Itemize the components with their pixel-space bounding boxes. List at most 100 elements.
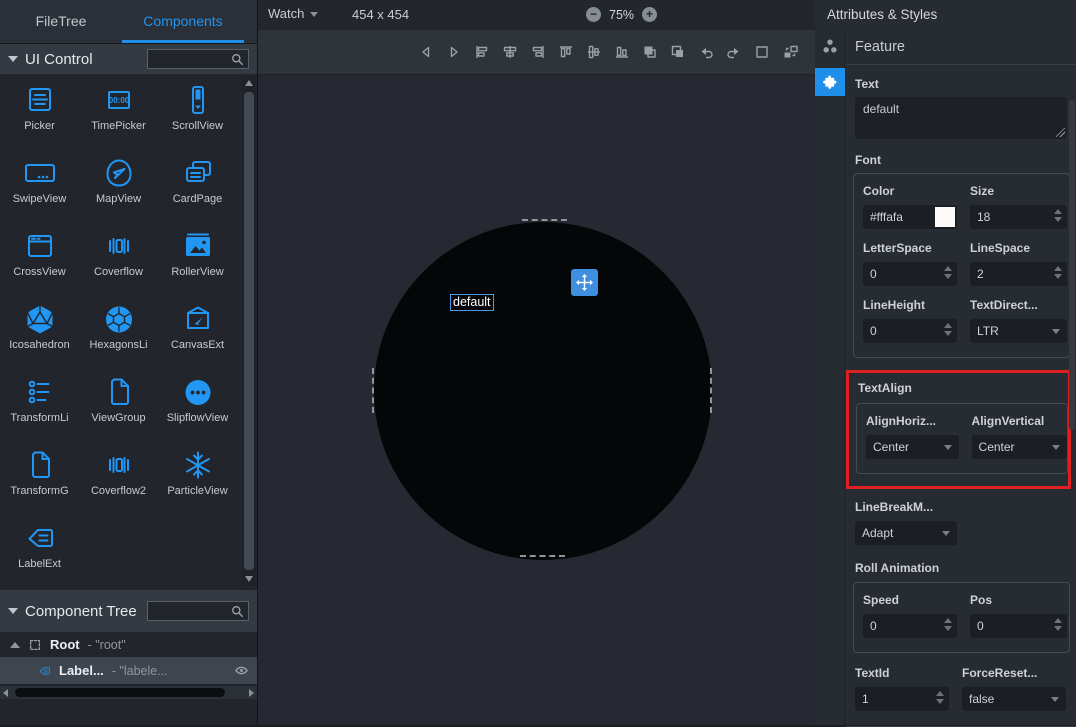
linebreak-dropdown[interactable]: Adapt xyxy=(855,521,957,545)
stepper-icon[interactable] xyxy=(1054,266,1062,279)
component-item-coverflow[interactable]: Coverflow xyxy=(79,224,158,297)
tree-hscrollbar[interactable] xyxy=(0,686,257,699)
component-item-scrollview[interactable]: ScrollView xyxy=(158,78,237,151)
stepper-icon[interactable] xyxy=(944,323,952,336)
tree-row-label[interactable]: Label... - "labele... xyxy=(0,657,257,684)
component-item-timepicker[interactable]: 00:00 TimePicker xyxy=(79,78,158,151)
textid-input[interactable]: 1 xyxy=(855,687,949,711)
particle-icon xyxy=(182,450,214,480)
component-item-transformlist[interactable]: TransformLi xyxy=(0,370,79,443)
hscrollbar-thumb[interactable] xyxy=(15,688,225,697)
textid-value: 1 xyxy=(862,692,869,706)
stepper-icon[interactable] xyxy=(944,266,952,279)
divider xyxy=(846,64,1076,65)
palette-scrollbar[interactable] xyxy=(242,76,256,586)
editor-topbar: Watch 454 x 454 − 75% + xyxy=(258,0,815,30)
collapse-tree-icon[interactable] xyxy=(8,608,18,614)
component-label: ViewGroup xyxy=(91,412,145,424)
align-right-icon[interactable] xyxy=(530,44,546,60)
tree-row-root[interactable]: Root - "root" xyxy=(0,632,257,657)
lineheight-input[interactable]: 0 xyxy=(863,319,957,343)
undo-icon[interactable] xyxy=(698,44,714,60)
lineheight-value: 0 xyxy=(870,324,877,338)
speed-value: 0 xyxy=(870,619,877,633)
component-item-cardpage[interactable]: CardPage xyxy=(158,151,237,224)
send-backward-icon[interactable] xyxy=(670,44,686,60)
stepper-icon[interactable] xyxy=(1054,618,1062,631)
component-label: HexagonsLi xyxy=(89,339,147,351)
scroll-right-icon[interactable] xyxy=(249,689,254,697)
alignhoriz-value: Center xyxy=(873,440,909,454)
component-item-particleview[interactable]: ParticleView xyxy=(158,443,237,516)
letterspace-label: LetterSpace xyxy=(863,241,957,255)
align-center-vertical-icon[interactable] xyxy=(586,44,602,60)
group-nodes-icon[interactable] xyxy=(821,37,839,55)
text-value-input[interactable]: default xyxy=(855,97,1067,139)
move-handle[interactable] xyxy=(571,269,598,296)
stepper-icon[interactable] xyxy=(1054,209,1062,222)
redo-icon[interactable] xyxy=(726,44,742,60)
align-left-icon[interactable] xyxy=(474,44,490,60)
component-item-mapview[interactable]: MapView xyxy=(79,151,158,224)
ui-control-search-input[interactable] xyxy=(148,51,230,67)
linespace-input[interactable]: 2 xyxy=(970,262,1067,286)
scroll-down-icon[interactable] xyxy=(245,576,253,582)
component-item-transformgroup[interactable]: TransformG xyxy=(0,443,79,516)
inspector-panel: Attributes & Styles Feature Text default… xyxy=(815,0,1076,725)
component-item-picker[interactable]: Picker xyxy=(0,78,79,151)
design-canvas[interactable]: default xyxy=(258,75,815,725)
component-item-labelext[interactable]: LabelExt xyxy=(0,516,79,589)
feature-plugin-tab[interactable] xyxy=(815,68,845,96)
letterspace-input[interactable]: 0 xyxy=(863,262,957,286)
align-top-icon[interactable] xyxy=(558,44,574,60)
zoom-in-button[interactable]: + xyxy=(642,7,657,22)
stepper-icon[interactable] xyxy=(944,618,952,631)
nav-forward-icon[interactable] xyxy=(446,44,462,60)
component-item-swipeview[interactable]: SwipeView xyxy=(0,151,79,224)
font-color-input[interactable]: #fffafa xyxy=(863,205,957,229)
inspector-scrollbar-thumb[interactable] xyxy=(1069,100,1075,430)
align-center-horizontal-icon[interactable] xyxy=(502,44,518,60)
component-tree-title: Component Tree xyxy=(25,603,137,620)
expander-icon[interactable] xyxy=(10,642,20,648)
transform-swap-icon[interactable] xyxy=(782,44,799,60)
component-item-hexagonslist[interactable]: HexagonsLi xyxy=(79,297,158,370)
component-item-crossview[interactable]: CrossView xyxy=(0,224,79,297)
resize-grip-icon[interactable] xyxy=(1056,128,1065,137)
forcereset-dropdown[interactable]: false xyxy=(962,687,1066,711)
component-item-icosahedron[interactable]: Icosahedron xyxy=(0,297,79,370)
collapse-ui-control-icon[interactable] xyxy=(8,56,18,62)
tree-search-input[interactable] xyxy=(148,603,230,619)
tab-components[interactable]: Components xyxy=(122,0,244,43)
tab-filetree[interactable]: FileTree xyxy=(0,0,122,43)
component-item-viewgroup[interactable]: ViewGroup xyxy=(79,370,158,443)
nav-back-icon[interactable] xyxy=(418,44,434,60)
slipflow-icon xyxy=(182,377,214,407)
stepper-icon[interactable] xyxy=(936,691,944,704)
alignvertical-dropdown[interactable]: Center xyxy=(972,435,1067,459)
component-item-coverflow2[interactable]: Coverflow2 xyxy=(79,443,158,516)
visibility-eye-icon[interactable] xyxy=(234,664,249,677)
component-item-rollerview[interactable]: RollerView xyxy=(158,224,237,297)
selected-label-element[interactable]: default xyxy=(450,294,494,311)
linebreak-label: LineBreakM... xyxy=(855,500,1076,514)
zoom-out-button[interactable]: − xyxy=(586,7,601,22)
font-size-input[interactable]: 18 xyxy=(970,205,1067,229)
watch-dropdown[interactable]: Watch xyxy=(268,6,318,21)
component-item-canvasext[interactable]: CanvasExt xyxy=(158,297,237,370)
alignhoriz-dropdown[interactable]: Center xyxy=(866,435,959,459)
canvas-circle-shape[interactable] xyxy=(374,222,712,560)
color-swatch[interactable] xyxy=(935,207,955,227)
scrollbar-thumb[interactable] xyxy=(244,92,254,570)
speed-input[interactable]: 0 xyxy=(863,614,957,638)
component-item-slipflowview[interactable]: SlipflowView xyxy=(158,370,237,443)
pos-input[interactable]: 0 xyxy=(970,614,1067,638)
scroll-up-icon[interactable] xyxy=(245,80,253,86)
marquee-select-icon[interactable] xyxy=(754,44,770,60)
scroll-left-icon[interactable] xyxy=(3,689,8,697)
align-bottom-icon[interactable] xyxy=(614,44,630,60)
textdirect-dropdown[interactable]: LTR xyxy=(970,319,1067,343)
ui-control-search[interactable] xyxy=(147,49,249,69)
tree-search[interactable] xyxy=(147,601,249,621)
bring-forward-icon[interactable] xyxy=(642,44,658,60)
